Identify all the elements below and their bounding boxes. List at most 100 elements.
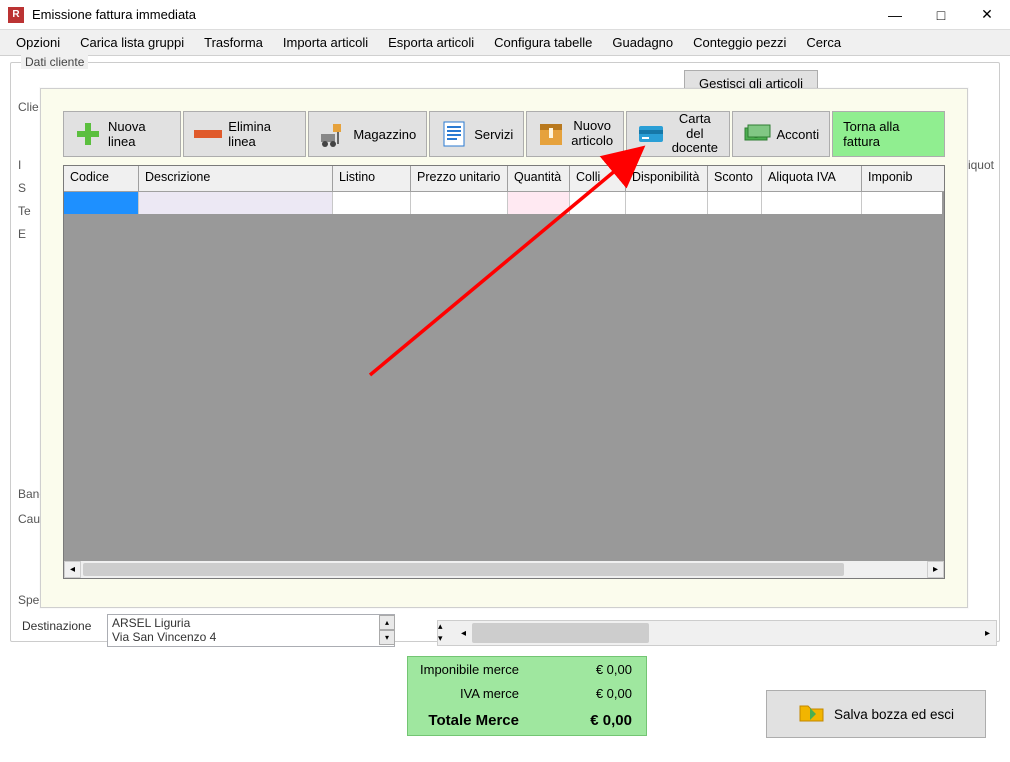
elimina-linea-button[interactable]: Elimina linea bbox=[183, 111, 306, 157]
app-icon: R bbox=[8, 7, 24, 23]
elimina-linea-label: Elimina linea bbox=[228, 119, 295, 149]
salva-bozza-label: Salva bozza ed esci bbox=[834, 707, 954, 722]
destinazione-line1: ARSEL Liguria bbox=[112, 616, 390, 630]
group-legend: Dati cliente bbox=[21, 55, 88, 69]
card-icon bbox=[637, 120, 665, 148]
menu-opzioni[interactable]: Opzioni bbox=[6, 30, 70, 55]
grid-row-new[interactable] bbox=[64, 192, 944, 214]
cell-quantita[interactable] bbox=[508, 192, 570, 214]
torna-label: Torna alla fattura bbox=[843, 119, 934, 149]
nuova-linea-label: Nuova linea bbox=[108, 119, 170, 149]
label-email: E bbox=[18, 227, 26, 241]
col-descrizione[interactable]: Descrizione bbox=[139, 166, 333, 191]
label-indirizzo: I bbox=[18, 158, 21, 172]
label-cliente: Clie bbox=[18, 100, 39, 114]
menu-importa-articoli[interactable]: Importa articoli bbox=[273, 30, 378, 55]
folder-save-icon bbox=[798, 702, 824, 727]
acconti-button[interactable]: Acconti bbox=[732, 111, 831, 157]
spin-up-icon[interactable]: ▴ bbox=[379, 615, 395, 630]
col-colli[interactable]: Colli bbox=[570, 166, 626, 191]
nuova-linea-button[interactable]: Nuova linea bbox=[63, 111, 181, 157]
col-codice[interactable]: Codice bbox=[64, 166, 139, 191]
menu-conteggio-pezzi[interactable]: Conteggio pezzi bbox=[683, 30, 796, 55]
col-listino[interactable]: Listino bbox=[333, 166, 411, 191]
maximize-button[interactable]: □ bbox=[918, 0, 964, 30]
cell-disponibilita[interactable] bbox=[626, 192, 708, 214]
hscrollbar[interactable]: ◂ ▸ bbox=[455, 621, 996, 645]
iva-label: IVA merce bbox=[408, 686, 527, 701]
close-button[interactable]: ✕ bbox=[964, 0, 1010, 30]
cell-imponibile[interactable] bbox=[862, 192, 942, 214]
forklift-icon bbox=[319, 120, 347, 148]
hscroll-left-icon[interactable]: ◂ bbox=[455, 621, 472, 645]
cell-sconto[interactable] bbox=[708, 192, 762, 214]
carta-docente-button[interactable]: Carta del docente bbox=[626, 111, 729, 157]
servizi-label: Servizi bbox=[474, 127, 513, 142]
titlebar: R Emissione fattura immediata — □ ✕ bbox=[0, 0, 1010, 30]
menu-cerca[interactable]: Cerca bbox=[796, 30, 851, 55]
acconti-label: Acconti bbox=[777, 127, 820, 142]
menu-trasforma[interactable]: Trasforma bbox=[194, 30, 273, 55]
grid-hscroll-right-icon[interactable]: ▸ bbox=[927, 561, 944, 578]
menubar: Opzioni Carica lista gruppi Trasforma Im… bbox=[0, 30, 1010, 56]
col-imponibile[interactable]: Imponib bbox=[862, 166, 942, 191]
grid-hscroll-thumb[interactable] bbox=[83, 563, 844, 576]
minimize-button[interactable]: — bbox=[872, 0, 918, 30]
nuovo-articolo-button[interactable]: Nuovo articolo bbox=[526, 111, 624, 157]
overlay-toolbar: Nuova linea Elimina linea Magazzino Serv… bbox=[63, 111, 945, 157]
cell-codice[interactable] bbox=[64, 192, 139, 214]
imponibile-value: € 0,00 bbox=[527, 662, 646, 677]
cash-icon bbox=[743, 120, 771, 148]
totale-label: Totale Merce bbox=[408, 712, 527, 729]
grid-hscroll-track[interactable] bbox=[81, 561, 927, 578]
col-sconto[interactable]: Sconto bbox=[708, 166, 762, 191]
bottom-scroll-area: ▴ ▾ ◂ ▸ bbox=[437, 620, 997, 646]
hscroll-track[interactable] bbox=[472, 621, 979, 645]
destinazione-line2: Via San Vincenzo 4 bbox=[112, 630, 390, 644]
torna-alla-fattura-button[interactable]: Torna alla fattura bbox=[832, 111, 945, 157]
col-disponibilita[interactable]: Disponibilità bbox=[626, 166, 708, 191]
salva-bozza-button[interactable]: Salva bozza ed esci bbox=[766, 690, 986, 738]
cell-colli[interactable] bbox=[570, 192, 626, 214]
grid-header: Codice Descrizione Listino Prezzo unitar… bbox=[64, 166, 944, 192]
nuovo-articolo-label: Nuovo articolo bbox=[571, 119, 613, 149]
grid-hscrollbar[interactable]: ◂ ▸ bbox=[64, 561, 944, 578]
spin-down-icon[interactable]: ▾ bbox=[379, 630, 395, 645]
grid-hscroll-left-icon[interactable]: ◂ bbox=[64, 561, 81, 578]
label-spese: Spe bbox=[18, 593, 39, 607]
cell-descrizione[interactable] bbox=[139, 192, 333, 214]
col-prezzo[interactable]: Prezzo unitario bbox=[411, 166, 508, 191]
iva-value: € 0,00 bbox=[527, 686, 646, 701]
magazzino-button[interactable]: Magazzino bbox=[308, 111, 427, 157]
plus-icon bbox=[74, 120, 102, 148]
cell-aliquota-iva[interactable] bbox=[762, 192, 862, 214]
cell-listino[interactable] bbox=[333, 192, 411, 214]
vscroll-down-icon[interactable]: ▾ bbox=[438, 633, 455, 645]
col-quantita[interactable]: Quantità bbox=[508, 166, 570, 191]
menu-carica-lista-gruppi[interactable]: Carica lista gruppi bbox=[70, 30, 194, 55]
box-icon bbox=[537, 120, 565, 148]
label-stato: S bbox=[18, 181, 26, 195]
vscroll-up-icon[interactable]: ▴ bbox=[438, 621, 455, 633]
articoli-grid[interactable]: Codice Descrizione Listino Prezzo unitar… bbox=[63, 165, 945, 579]
totale-value: € 0,00 bbox=[527, 712, 646, 729]
magazzino-label: Magazzino bbox=[353, 127, 416, 142]
articoli-overlay: Nuova linea Elimina linea Magazzino Serv… bbox=[40, 88, 968, 608]
totals-box: Imponibile merce € 0,00 IVA merce € 0,00… bbox=[407, 656, 647, 736]
menu-esporta-articoli[interactable]: Esporta articoli bbox=[378, 30, 484, 55]
label-destinazione: Destinazione bbox=[22, 619, 91, 633]
menu-guadagno[interactable]: Guadagno bbox=[602, 30, 683, 55]
servizi-button[interactable]: Servizi bbox=[429, 111, 524, 157]
hscroll-thumb[interactable] bbox=[472, 623, 649, 643]
hscroll-right-icon[interactable]: ▸ bbox=[979, 621, 996, 645]
destinazione-box[interactable]: ARSEL Liguria Via San Vincenzo 4 bbox=[107, 614, 395, 647]
window-title: Emissione fattura immediata bbox=[32, 7, 872, 22]
imponibile-label: Imponibile merce bbox=[408, 662, 527, 677]
label-telefono: Te bbox=[18, 204, 31, 218]
destinazione-spinner[interactable]: ▴ ▾ bbox=[379, 615, 395, 645]
menu-configura-tabelle[interactable]: Configura tabelle bbox=[484, 30, 602, 55]
minus-icon bbox=[194, 120, 222, 148]
col-aliquota-iva[interactable]: Aliquota IVA bbox=[762, 166, 862, 191]
cell-prezzo[interactable] bbox=[411, 192, 508, 214]
carta-docente-label: Carta del docente bbox=[671, 112, 718, 157]
